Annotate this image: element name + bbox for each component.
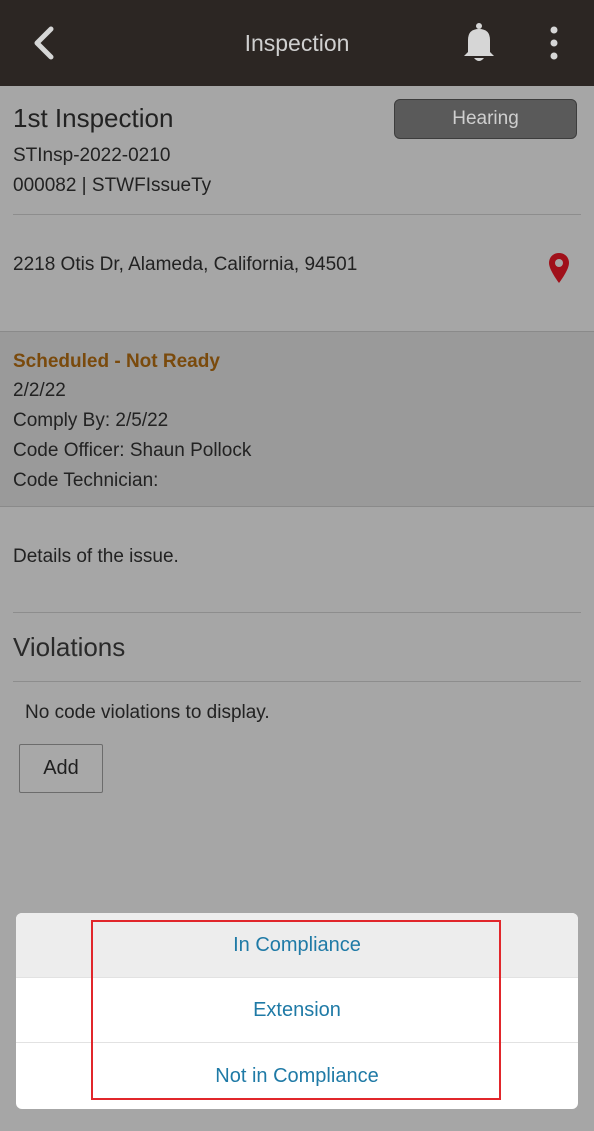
notifications-button[interactable] xyxy=(460,22,498,64)
violations-empty-text: No code violations to display. xyxy=(25,702,270,723)
more-options-button[interactable] xyxy=(540,24,568,62)
issue-reference: 000082 | STWFIssueTy xyxy=(13,175,212,196)
inspection-id: STInsp-2022-0210 xyxy=(13,145,171,166)
location-pin-icon xyxy=(549,253,569,283)
hearing-button[interactable]: Hearing xyxy=(394,99,577,139)
inspection-title: 1st Inspection xyxy=(13,103,174,133)
code-technician: Code Technician: xyxy=(13,470,159,491)
divider xyxy=(13,214,581,215)
back-button[interactable] xyxy=(28,24,60,62)
add-violation-button[interactable]: Add xyxy=(19,744,103,793)
status-label: Scheduled - Not Ready xyxy=(13,351,220,372)
violations-heading: Violations xyxy=(13,632,126,662)
divider xyxy=(16,1042,578,1043)
app-header: Inspection xyxy=(0,0,594,86)
action-sheet: In Compliance Extension Not in Complianc… xyxy=(16,913,578,1109)
more-vertical-icon xyxy=(550,26,558,60)
code-officer: Code Officer: Shaun Pollock xyxy=(13,440,252,461)
not-in-compliance-option[interactable]: Not in Compliance xyxy=(16,1044,578,1108)
extension-option[interactable]: Extension xyxy=(16,978,578,1042)
comply-by: Comply By: 2/5/22 xyxy=(13,410,169,431)
location-button[interactable] xyxy=(548,252,570,284)
divider xyxy=(13,612,581,613)
scheduled-date: 2/2/22 xyxy=(13,380,66,401)
bell-icon xyxy=(464,23,494,61)
chevron-left-icon xyxy=(34,26,54,60)
in-compliance-option[interactable]: In Compliance xyxy=(16,913,578,977)
address-text: 2218 Otis Dr, Alameda, California, 94501 xyxy=(13,254,358,275)
issue-details: Details of the issue. xyxy=(13,546,179,567)
page-title: Inspection xyxy=(244,29,350,56)
divider xyxy=(13,681,581,682)
